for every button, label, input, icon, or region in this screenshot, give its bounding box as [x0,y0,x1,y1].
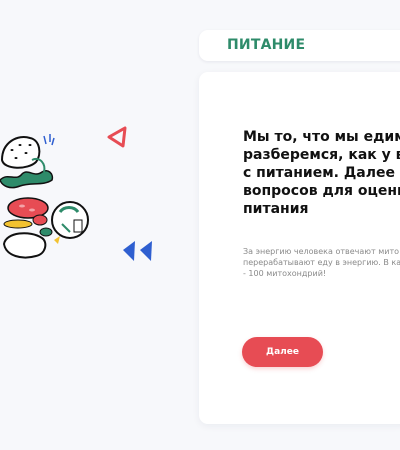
section-header-card: ПИТАНИЕ [199,30,400,61]
section-title: ПИТАНИЕ [227,37,306,53]
content-heading: Мы то, что мы едим. Да разберемся, как у… [243,129,400,217]
food-illustration [0,134,89,259]
content-body: За энергию человека отвечают мито перера… [243,247,400,278]
content-card: Мы то, что мы едим. Да разберемся, как у… [199,72,400,424]
nutrition-screen: ПИТАНИЕ Мы то, что мы едим. Да разберемс… [0,0,400,450]
next-button[interactable]: Далее [242,337,323,367]
